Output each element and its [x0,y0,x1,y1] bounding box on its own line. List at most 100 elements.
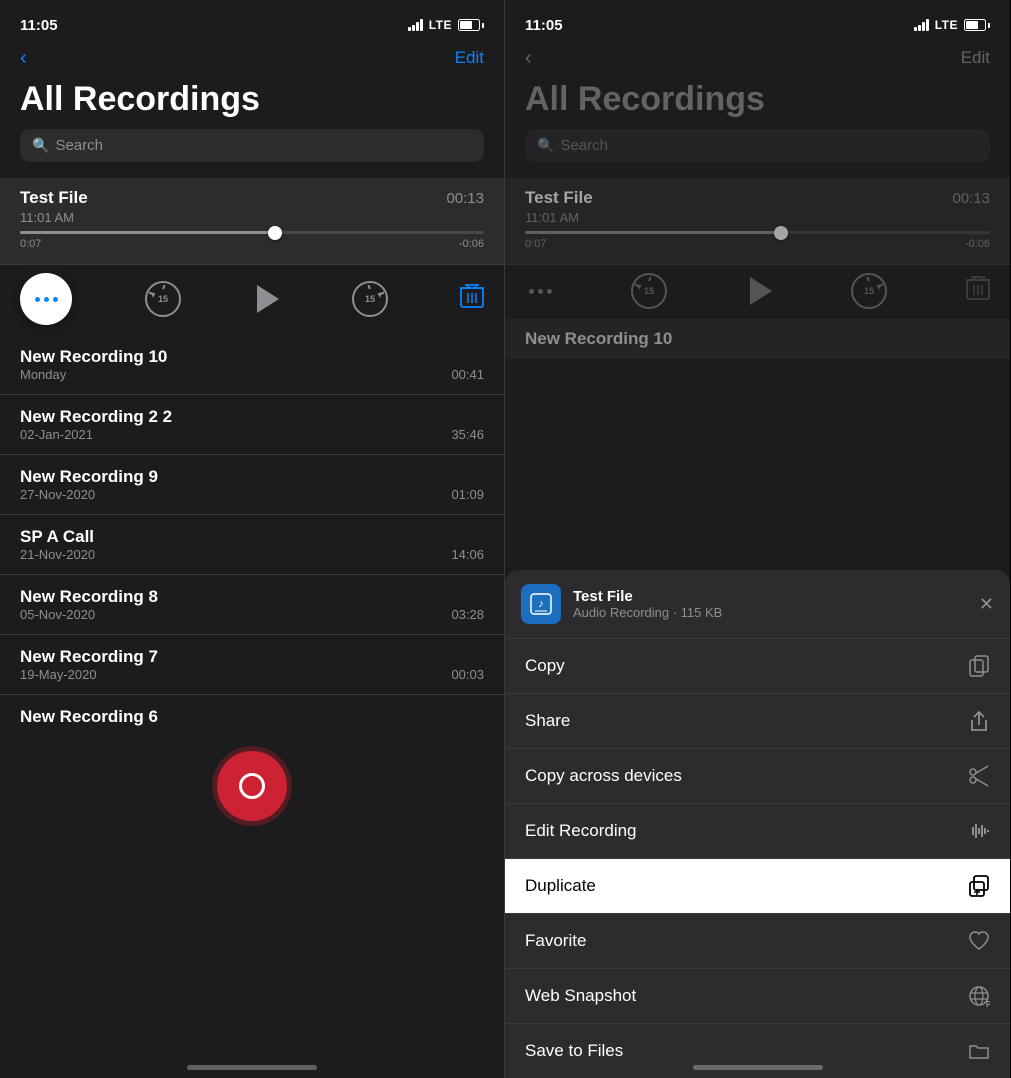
close-button[interactable]: ✕ [979,594,994,615]
file-info: Test File Audio Recording · 115 KB [573,588,967,620]
more-dots [35,297,58,302]
list-item-row: 27-Nov-2020 01:09 [20,487,484,502]
list-item[interactable]: New Recording 9 27-Nov-2020 01:09 [0,455,504,515]
progress-container[interactable]: 0:07 -0:06 [20,225,484,254]
active-recording-right: Test File 00:13 11:01 AM 0:07 -0:06 [505,178,1010,265]
delete-button-right [966,275,990,307]
home-indicator [187,1065,317,1070]
menu-item-label: Copy across devices [525,766,682,786]
file-name: Test File [573,588,967,605]
menu-item-label: Copy [525,656,565,676]
forward-button[interactable]: 15 [352,281,388,317]
more-dots-right [525,289,552,294]
menu-item-web-snapshot[interactable]: Web Snapshot P [505,969,1010,1024]
chevron-left-icon-right: ‹ [525,48,532,68]
edit-button[interactable]: Edit [455,48,484,68]
progress-track[interactable] [20,231,484,234]
list-item-date: 02-Jan-2021 [20,427,93,442]
heart-icon [968,930,990,952]
menu-item-share[interactable]: Share [505,694,1010,749]
rewind-icon: 15 [149,285,177,313]
signal-bar-r3 [922,22,925,31]
chevron-left-icon: ‹ [20,48,27,68]
list-item-row: 05-Nov-2020 03:28 [20,607,484,622]
progress-container-right: 0:07 -0:06 [525,225,990,254]
record-btn-container [0,731,504,851]
rewind-icon-right: 15 [635,277,663,305]
scissors-icon [968,765,990,787]
list-item[interactable]: SP A Call 21-Nov-2020 14:06 [0,515,504,575]
trash-icon [460,283,484,309]
progress-thumb-right [774,226,788,240]
menu-item-label: Web Snapshot [525,986,636,1006]
signal-bar-1 [408,27,411,31]
right-panel: 11:05 LTE ‹ Edit All Recordings [505,0,1010,1078]
dot-3 [53,297,58,302]
signal-bar-r1 [914,27,917,31]
list-item-date: Monday [20,367,66,382]
file-icon: ♪ [521,584,561,624]
recording-title-right: Test File [525,188,593,208]
search-bar[interactable]: 🔍 Search [20,129,484,162]
progress-thumb[interactable] [268,226,282,240]
list-item[interactable]: New Recording 6 [0,695,504,731]
battery-tip [482,23,484,28]
battery-body [458,19,480,31]
search-placeholder-right: Search [560,137,608,154]
active-recording[interactable]: Test File 00:13 11:01 AM 0:07 -0:06 [0,178,504,265]
more-button[interactable] [20,273,72,325]
controls-row-right: 15 15 [505,265,1010,319]
nav-bar: ‹ Edit [0,44,504,76]
list-item[interactable]: New Recording 2 2 02-Jan-2021 35:46 [0,395,504,455]
list-item-row: 19-May-2020 00:03 [20,667,484,682]
list-item[interactable]: New Recording 10 Monday 00:41 [0,335,504,395]
signal-bar-r4 [926,19,929,31]
signal-bars [408,19,423,31]
rewind-button[interactable]: 15 [145,281,181,317]
menu-item-edit-recording[interactable]: Edit Recording [505,804,1010,859]
list-item-duration: 14:06 [451,547,484,562]
status-bar-right: 11:05 LTE [505,0,1010,44]
battery-icon-right [964,19,990,31]
edit-button-right[interactable]: Edit [961,48,990,68]
svg-text:15: 15 [864,286,874,296]
menu-item-copy[interactable]: Copy [505,639,1010,694]
battery-fill-right [966,21,978,29]
list-item-date: 19-May-2020 [20,667,97,682]
recording-date-right: 11:01 AM [525,210,579,225]
svg-text:♪: ♪ [538,598,544,610]
menu-item-copy-across[interactable]: Copy across devices [505,749,1010,804]
battery-tip-right [988,23,990,28]
list-item-date: 05-Nov-2020 [20,607,95,622]
progress-end: -0:06 [459,238,484,250]
status-time: 11:05 [20,17,58,34]
list-item-row: Monday 00:41 [20,367,484,382]
nav-bar-right: ‹ Edit [505,44,1010,76]
delete-button[interactable] [460,283,484,315]
list-item-duration: 35:46 [451,427,484,442]
list-item-title: New Recording 7 [20,647,484,667]
progress-times-right: 0:07 -0:06 [525,238,990,250]
signal-bar-4 [420,19,423,31]
battery-icon [458,19,484,31]
back-button[interactable]: ‹ [20,48,27,68]
back-button-right[interactable]: ‹ [525,48,532,68]
menu-item-favorite[interactable]: Favorite [505,914,1010,969]
home-indicator-right [693,1065,823,1070]
play-button[interactable] [253,285,279,313]
menu-item-label: Edit Recording [525,821,637,841]
list-item-title: New Recording 10 [20,347,484,367]
record-button[interactable] [217,751,287,821]
lte-label: LTE [429,18,452,32]
progress-start: 0:07 [20,238,41,250]
recording-duration-right: 00:13 [952,190,990,207]
list-item[interactable]: New Recording 8 05-Nov-2020 03:28 [0,575,504,635]
menu-item-duplicate[interactable]: Duplicate [505,859,1010,914]
duplicate-icon [968,875,990,897]
new-recording-10-partial: New Recording 10 [505,319,1010,359]
battery-fill [460,21,472,29]
dot-1 [35,297,40,302]
list-item[interactable]: New Recording 7 19-May-2020 00:03 [0,635,504,695]
audio-file-icon: ♪ [530,593,552,615]
list-item-row: 02-Jan-2021 35:46 [20,427,484,442]
